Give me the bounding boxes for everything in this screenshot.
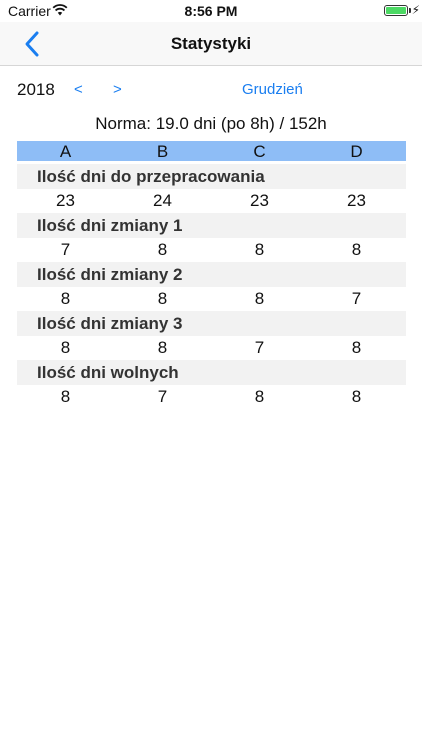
- value-cell: 8: [351, 338, 362, 357]
- section-values-shift-1: 7 8 8 8: [17, 238, 406, 262]
- section-label-text: Ilość dni zmiany 3: [37, 314, 183, 333]
- value-cell: 7: [351, 289, 362, 308]
- section-values-days-off: 8 7 8 8: [17, 385, 406, 409]
- section-values-workdays: 23 24 23 23: [17, 189, 406, 213]
- page-title: Statystyki: [170, 34, 252, 53]
- section-label-text: Ilość dni zmiany 1: [37, 216, 183, 235]
- column-header-a: A: [59, 142, 72, 161]
- battery-icon: [384, 5, 408, 16]
- navigation-bar: Statystyki: [0, 22, 422, 66]
- value-cell: 8: [60, 338, 71, 357]
- value-cell: 8: [351, 240, 362, 259]
- column-header-b: B: [156, 142, 169, 161]
- section-label-text: Ilość dni zmiany 2: [37, 265, 183, 284]
- value-cell: 7: [60, 240, 71, 259]
- section-values-shift-2: 8 8 8 7: [17, 287, 406, 311]
- value-cell: 8: [351, 387, 362, 406]
- value-cell: 8: [254, 240, 265, 259]
- value-cell: 23: [56, 191, 75, 210]
- value-cell: 8: [60, 289, 71, 308]
- value-cell: 8: [60, 387, 71, 406]
- month-selector[interactable]: Grudzień: [242, 81, 303, 98]
- section-label-text: Ilość dni do przepracowania: [37, 167, 265, 186]
- year-label: 2018: [17, 80, 55, 99]
- column-header-c: C: [253, 142, 266, 161]
- section-label-shift-2: Ilość dni zmiany 2: [17, 262, 406, 287]
- value-cell: 8: [157, 338, 168, 357]
- status-bar: Carrier 8:56 PM ⚡: [0, 0, 422, 22]
- team-header-row: A B C D: [17, 141, 406, 161]
- value-cell: 23: [347, 191, 366, 210]
- period-selector: 2018 < > Grudzień: [0, 80, 422, 100]
- value-cell: 23: [250, 191, 269, 210]
- value-cell: 8: [157, 240, 168, 259]
- value-cell: 8: [157, 289, 168, 308]
- charging-bolt-icon: ⚡: [411, 3, 420, 17]
- section-label-days-off: Ilość dni wolnych: [17, 360, 406, 385]
- previous-month-button[interactable]: <: [74, 81, 83, 98]
- value-cell: 7: [157, 387, 168, 406]
- battery-fill: [386, 7, 406, 14]
- section-label-shift-1: Ilość dni zmiany 1: [17, 213, 406, 238]
- value-cell: 24: [153, 191, 172, 210]
- norma-summary: Norma: 19.0 dni (po 8h) / 152h: [95, 114, 327, 133]
- next-month-button[interactable]: >: [113, 81, 122, 98]
- section-label-workdays: Ilość dni do przepracowania: [17, 164, 406, 189]
- section-label-text: Ilość dni wolnych: [37, 363, 179, 382]
- value-cell: 8: [254, 387, 265, 406]
- status-time: 8:56 PM: [184, 3, 238, 19]
- value-cell: 7: [254, 338, 265, 357]
- section-values-shift-3: 8 8 7 8: [17, 336, 406, 360]
- section-label-shift-3: Ilość dni zmiany 3: [17, 311, 406, 336]
- column-header-d: D: [350, 142, 363, 161]
- value-cell: 8: [254, 289, 265, 308]
